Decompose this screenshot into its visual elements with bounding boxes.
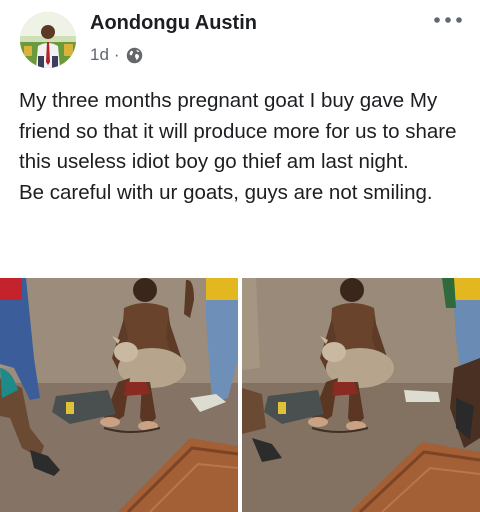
- avatar-image: [20, 12, 76, 68]
- more-options-button[interactable]: [430, 6, 466, 34]
- globe-icon[interactable]: [126, 47, 143, 64]
- photo-image: [0, 278, 238, 512]
- meta-separator: ·: [113, 45, 120, 64]
- post-meta: 1d ·: [90, 44, 143, 66]
- post-text: My three months pregnant goat I buy gave…: [19, 89, 457, 204]
- post-photo-1[interactable]: [0, 278, 238, 512]
- post-header: Aondongu Austin 1d ·: [0, 0, 480, 78]
- more-horizontal-icon: [434, 17, 462, 23]
- photo-image: [242, 278, 480, 512]
- post-photo-2[interactable]: [242, 278, 480, 512]
- author-avatar[interactable]: [20, 12, 76, 68]
- author-name[interactable]: Aondongu Austin: [90, 12, 257, 35]
- post-timestamp[interactable]: 1d: [90, 45, 109, 65]
